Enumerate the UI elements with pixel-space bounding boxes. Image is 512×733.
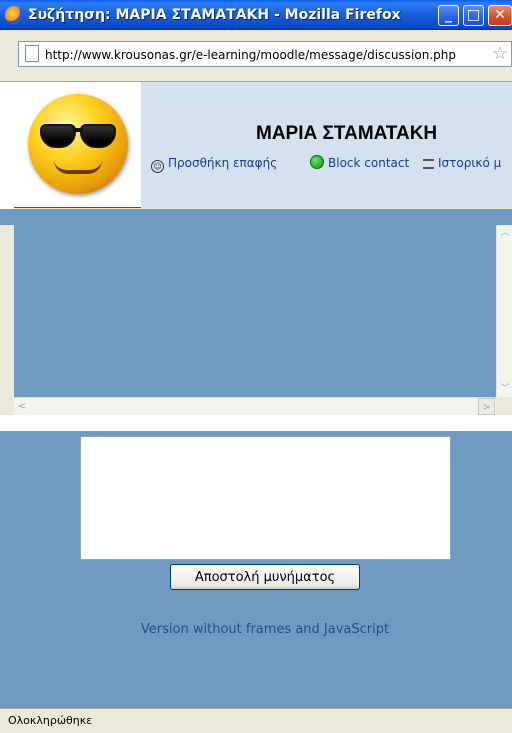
- firefox-icon: [5, 6, 23, 24]
- scroll-right-icon[interactable]: >: [478, 398, 495, 415]
- frame-divider: [0, 209, 512, 225]
- block-contact-label[interactable]: Block contact: [328, 156, 409, 170]
- noframes-version-link[interactable]: Version without frames and JavaScript: [0, 620, 512, 640]
- url-text[interactable]: http://www.krousonas.gr/e-learning/moodl…: [45, 46, 475, 64]
- scroll-left-icon[interactable]: <: [14, 398, 30, 415]
- contact-info-panel: ΜΑΡΙΑ ΣΤΑΜΑΤΑΚΗ ☺ Προσθήκη επαφής Block c…: [141, 82, 512, 208]
- add-contact-icon: ☺: [151, 160, 164, 173]
- sunglasses-lens-left: [40, 124, 76, 148]
- url-field[interactable]: http://www.krousonas.gr/e-learning/moodl…: [18, 41, 512, 67]
- messages-frame[interactable]: ︿ ﹀ < >: [14, 225, 512, 415]
- left-frame-edge: [0, 82, 14, 225]
- sunglasses-bridge: [73, 128, 83, 132]
- horizontal-scrollbar[interactable]: < >: [14, 397, 496, 415]
- scrollbar-corner: [496, 397, 512, 415]
- scroll-up-icon[interactable]: ︿: [497, 225, 512, 241]
- avatar-container: [14, 86, 140, 204]
- history-label[interactable]: Ιστορικό μ: [438, 156, 501, 170]
- history-icon: [423, 159, 434, 169]
- send-message-frame: Αποστολή μυνήματος Version without frame…: [0, 431, 512, 708]
- add-contact-label[interactable]: Προσθήκη επαφής: [168, 156, 277, 170]
- history-link[interactable]: Ιστορικό μ: [423, 154, 501, 172]
- message-input[interactable]: [80, 436, 451, 560]
- page-icon: [25, 45, 39, 62]
- window-title: Συζήτηση: ΜΑΡΙΑ ΣΤΑΜΑΤΑΚΗ - Mozilla Fire…: [28, 7, 401, 23]
- bookmark-star-icon[interactable]: ☆: [490, 44, 510, 64]
- frame-gap: [0, 415, 512, 431]
- address-bar: http://www.krousonas.gr/e-learning/moodl…: [0, 30, 512, 82]
- contact-header: ΜΑΡΙΑ ΣΤΑΜΑΤΑΚΗ ☺ Προσθήκη επαφής Block c…: [0, 82, 512, 208]
- smiley-sunglasses-icon: [28, 94, 128, 194]
- close-button[interactable]: ✕: [488, 5, 512, 26]
- green-circle-icon: [310, 155, 324, 169]
- maximize-button[interactable]: □: [463, 5, 484, 26]
- contact-name: ΜΑΡΙΑ ΣΤΑΜΑΤΑΚΗ: [256, 123, 438, 144]
- sunglasses-lens-right: [80, 124, 116, 148]
- status-bar: Ολοκληρώθηκε: [0, 708, 512, 733]
- status-text: Ολοκληρώθηκε: [8, 714, 93, 727]
- send-message-button[interactable]: Αποστολή μυνήματος: [170, 564, 360, 590]
- smile-mouth: [54, 160, 102, 174]
- scroll-down-icon[interactable]: ﹀: [497, 381, 512, 397]
- vertical-scrollbar[interactable]: ︿ ﹀: [496, 225, 512, 397]
- minimize-button[interactable]: _: [438, 5, 459, 26]
- add-contact-link[interactable]: ☺ Προσθήκη επαφής: [151, 154, 277, 173]
- title-bar[interactable]: Συζήτηση: ΜΑΡΙΑ ΣΤΑΜΑΤΑΚΗ - Mozilla Fire…: [0, 0, 512, 30]
- block-contact-link[interactable]: Block contact: [310, 154, 409, 172]
